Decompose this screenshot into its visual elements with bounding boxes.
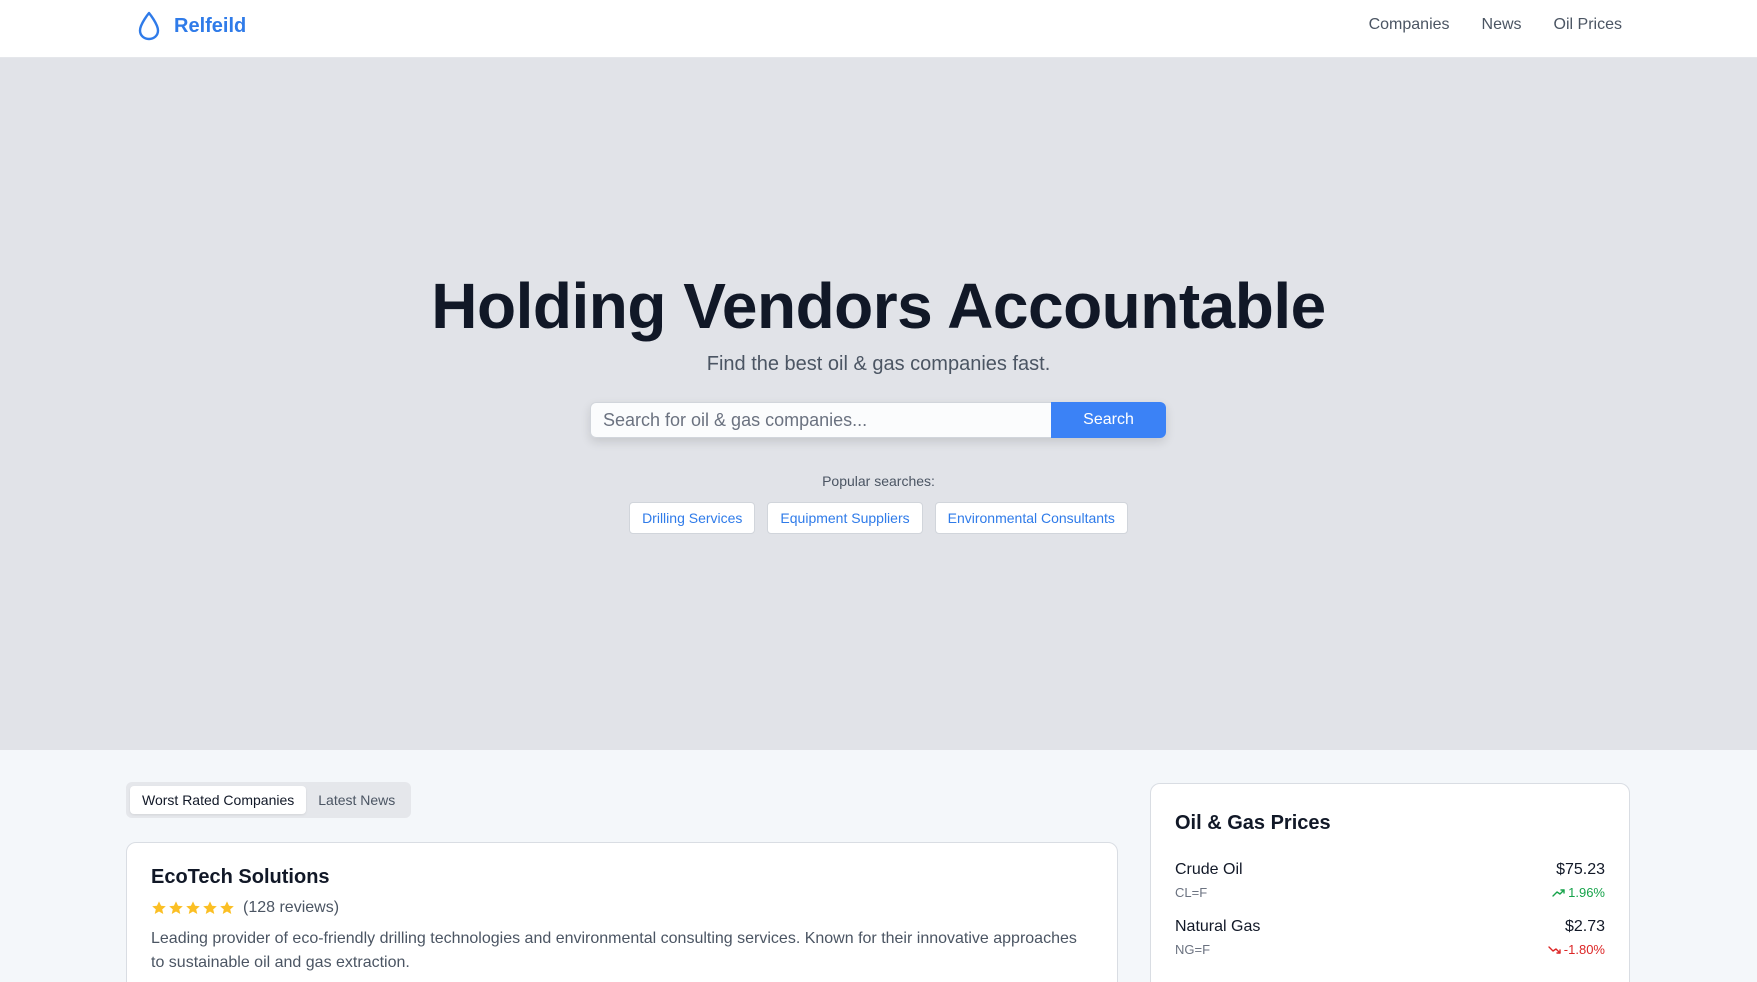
- droplet-icon: [136, 11, 162, 41]
- commodity-name: Natural Gas: [1175, 918, 1261, 935]
- popular-searches-list: Drilling Services Equipment Suppliers En…: [0, 502, 1757, 534]
- popular-search-environmental-consultants[interactable]: Environmental Consultants: [934, 502, 1128, 534]
- search-button[interactable]: Search: [1051, 402, 1166, 438]
- commodity-price: $2.73: [1564, 918, 1605, 935]
- brand-logo-link[interactable]: Relfeild: [136, 11, 246, 41]
- star-icon: [152, 901, 166, 914]
- company-description: Leading provider of eco-friendly drillin…: [151, 930, 1077, 971]
- company-name: EcoTech Solutions: [151, 866, 330, 888]
- star-rating: [151, 900, 235, 916]
- price-change-value: 1.96%: [1568, 885, 1605, 900]
- popular-search-drilling-services[interactable]: Drilling Services: [629, 502, 756, 534]
- hero-title: Holding Vendors Accountable: [431, 270, 1326, 342]
- nav-news-link[interactable]: News: [1482, 16, 1522, 34]
- star-icon: [203, 901, 217, 914]
- trending-up-icon: [1552, 888, 1566, 898]
- hero-section: Holding Vendors Accountable Find the bes…: [0, 58, 1757, 750]
- brand-name: Relfeild: [174, 14, 247, 37]
- price-row-natural-gas: Natural Gas NG=F $2.73 -1.80%: [1175, 918, 1605, 957]
- content-tabs: Worst Rated Companies Latest News: [126, 782, 412, 818]
- star-icon: [220, 901, 234, 914]
- popular-search-equipment-suppliers[interactable]: Equipment Suppliers: [767, 502, 923, 534]
- commodity-symbol: CL=F: [1175, 885, 1208, 900]
- nav-companies-link[interactable]: Companies: [1369, 16, 1450, 34]
- price-change: 1.96%: [1552, 885, 1605, 900]
- commodity-price: $75.23: [1556, 861, 1605, 878]
- prices-title: Oil & Gas Prices: [1175, 812, 1331, 834]
- search-bar: Search: [590, 402, 1166, 438]
- tab-worst-rated-companies[interactable]: Worst Rated Companies: [130, 786, 307, 814]
- popular-searches-label: Popular searches:: [822, 473, 935, 489]
- nav-oil-prices-link[interactable]: Oil Prices: [1554, 16, 1622, 34]
- review-count: (128 reviews): [243, 899, 340, 916]
- commodity-symbol: NG=F: [1175, 942, 1211, 957]
- company-rating: (128 reviews): [151, 899, 1093, 917]
- star-icon: [169, 901, 183, 914]
- price-change-value: -1.80%: [1563, 942, 1605, 957]
- prices-card: Oil & Gas Prices Crude Oil CL=F $75.23 1…: [1150, 783, 1630, 982]
- hero-subtitle: Find the best oil & gas companies fast.: [706, 353, 1051, 375]
- star-icon: [186, 901, 200, 914]
- main-nav: Companies News Oil Prices: [1369, 16, 1622, 34]
- search-input[interactable]: [590, 402, 1051, 438]
- top-nav-bar: Relfeild Companies News Oil Prices: [0, 0, 1757, 58]
- price-change: -1.80%: [1548, 942, 1605, 957]
- commodity-name: Crude Oil: [1175, 861, 1243, 878]
- price-row-crude-oil: Crude Oil CL=F $75.23 1.96%: [1175, 861, 1605, 900]
- tab-latest-news[interactable]: Latest News: [306, 786, 407, 814]
- company-card[interactable]: EcoTech Solutions (128 reviews) Leading …: [126, 842, 1118, 982]
- trending-down-icon: [1548, 945, 1562, 955]
